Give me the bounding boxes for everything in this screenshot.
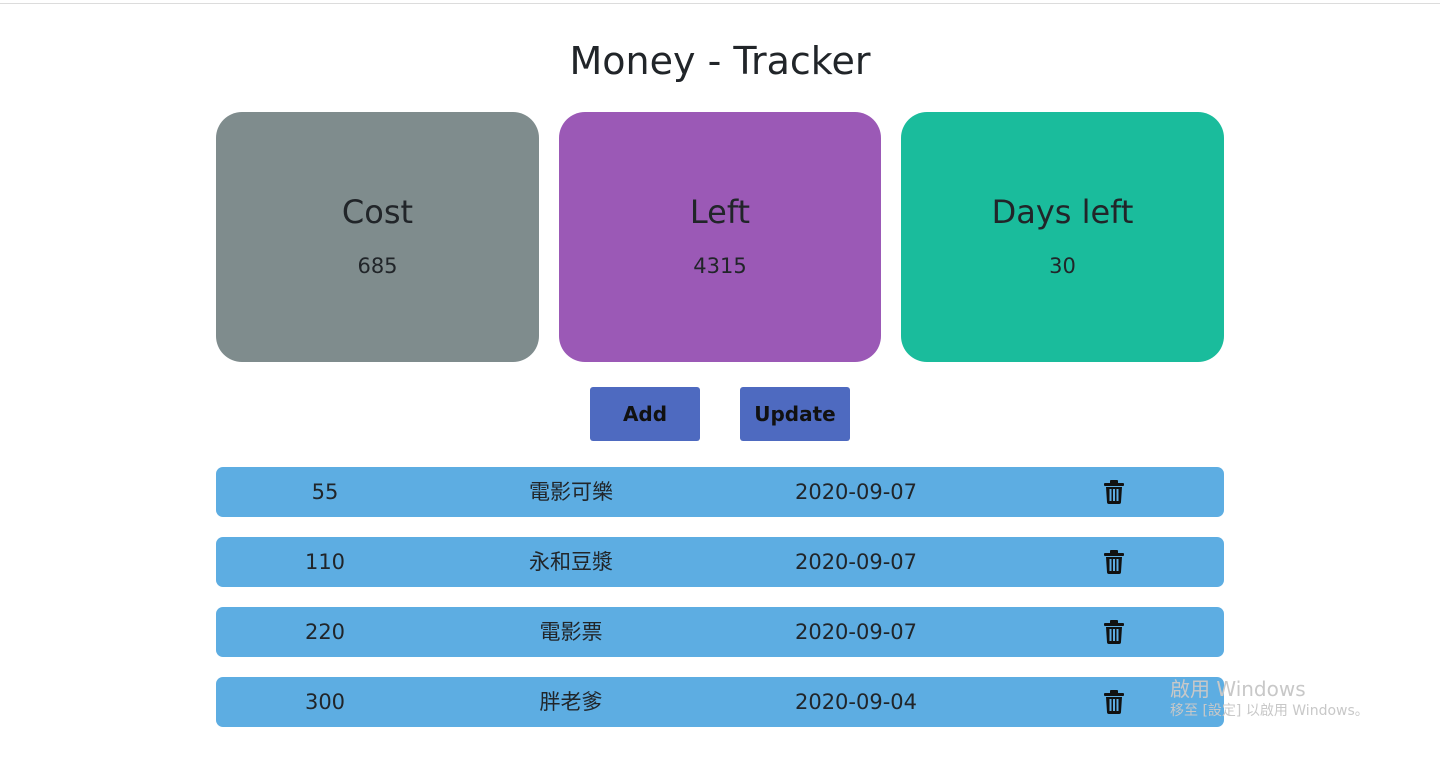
watermark-line-2: 移至 [設定] 以啟用 Windows。 xyxy=(1170,703,1369,719)
item-name: 電影可樂 xyxy=(529,480,613,504)
item-date: 2020-09-04 xyxy=(794,690,918,714)
cost-card-value: 685 xyxy=(357,254,398,278)
days-left-card-title: Days left xyxy=(991,193,1134,231)
item-name: 永和豆漿 xyxy=(529,550,613,574)
days-left-card-value: 30 xyxy=(1049,254,1076,278)
left-card: Left 4315 xyxy=(559,112,881,362)
watermark-line-1: 啟用 Windows xyxy=(1170,677,1306,701)
item-amount: 110 xyxy=(304,550,346,574)
left-card-title: Left xyxy=(689,193,751,231)
page-title: Money - Tracker xyxy=(569,39,871,83)
item-name: 電影票 xyxy=(539,620,603,644)
top-divider xyxy=(0,3,1440,4)
cost-card: Cost 685 xyxy=(216,112,539,362)
list-item[interactable]: 220 電影票 2020-09-07 xyxy=(216,607,1224,657)
item-amount: 55 xyxy=(311,480,339,504)
list-item[interactable]: 300 胖老爹 2020-09-04 xyxy=(216,677,1224,727)
item-date: 2020-09-07 xyxy=(794,620,918,644)
item-date: 2020-09-07 xyxy=(794,550,918,574)
item-date: 2020-09-07 xyxy=(794,480,918,504)
days-left-card: Days left 30 xyxy=(901,112,1224,362)
trash-icon[interactable] xyxy=(1103,690,1125,714)
summary-cards: Cost 685 Left 4315 Days left 30 xyxy=(216,112,1224,362)
update-button[interactable]: Update xyxy=(740,387,850,441)
list-item[interactable]: 110 永和豆漿 2020-09-07 xyxy=(216,537,1224,587)
add-button[interactable]: Add xyxy=(590,387,700,441)
cost-card-title: Cost xyxy=(341,193,414,231)
item-amount: 220 xyxy=(304,620,346,644)
item-amount: 300 xyxy=(304,690,346,714)
left-card-value: 4315 xyxy=(693,254,747,278)
trash-icon[interactable] xyxy=(1103,480,1125,504)
trash-icon[interactable] xyxy=(1103,550,1125,574)
item-name: 胖老爹 xyxy=(539,690,603,714)
list-item[interactable]: 55 電影可樂 2020-09-07 xyxy=(216,467,1224,517)
windows-activation-watermark: 啟用 Windows 移至 [設定] 以啟用 Windows。 xyxy=(1170,676,1369,720)
trash-icon[interactable] xyxy=(1103,620,1125,644)
